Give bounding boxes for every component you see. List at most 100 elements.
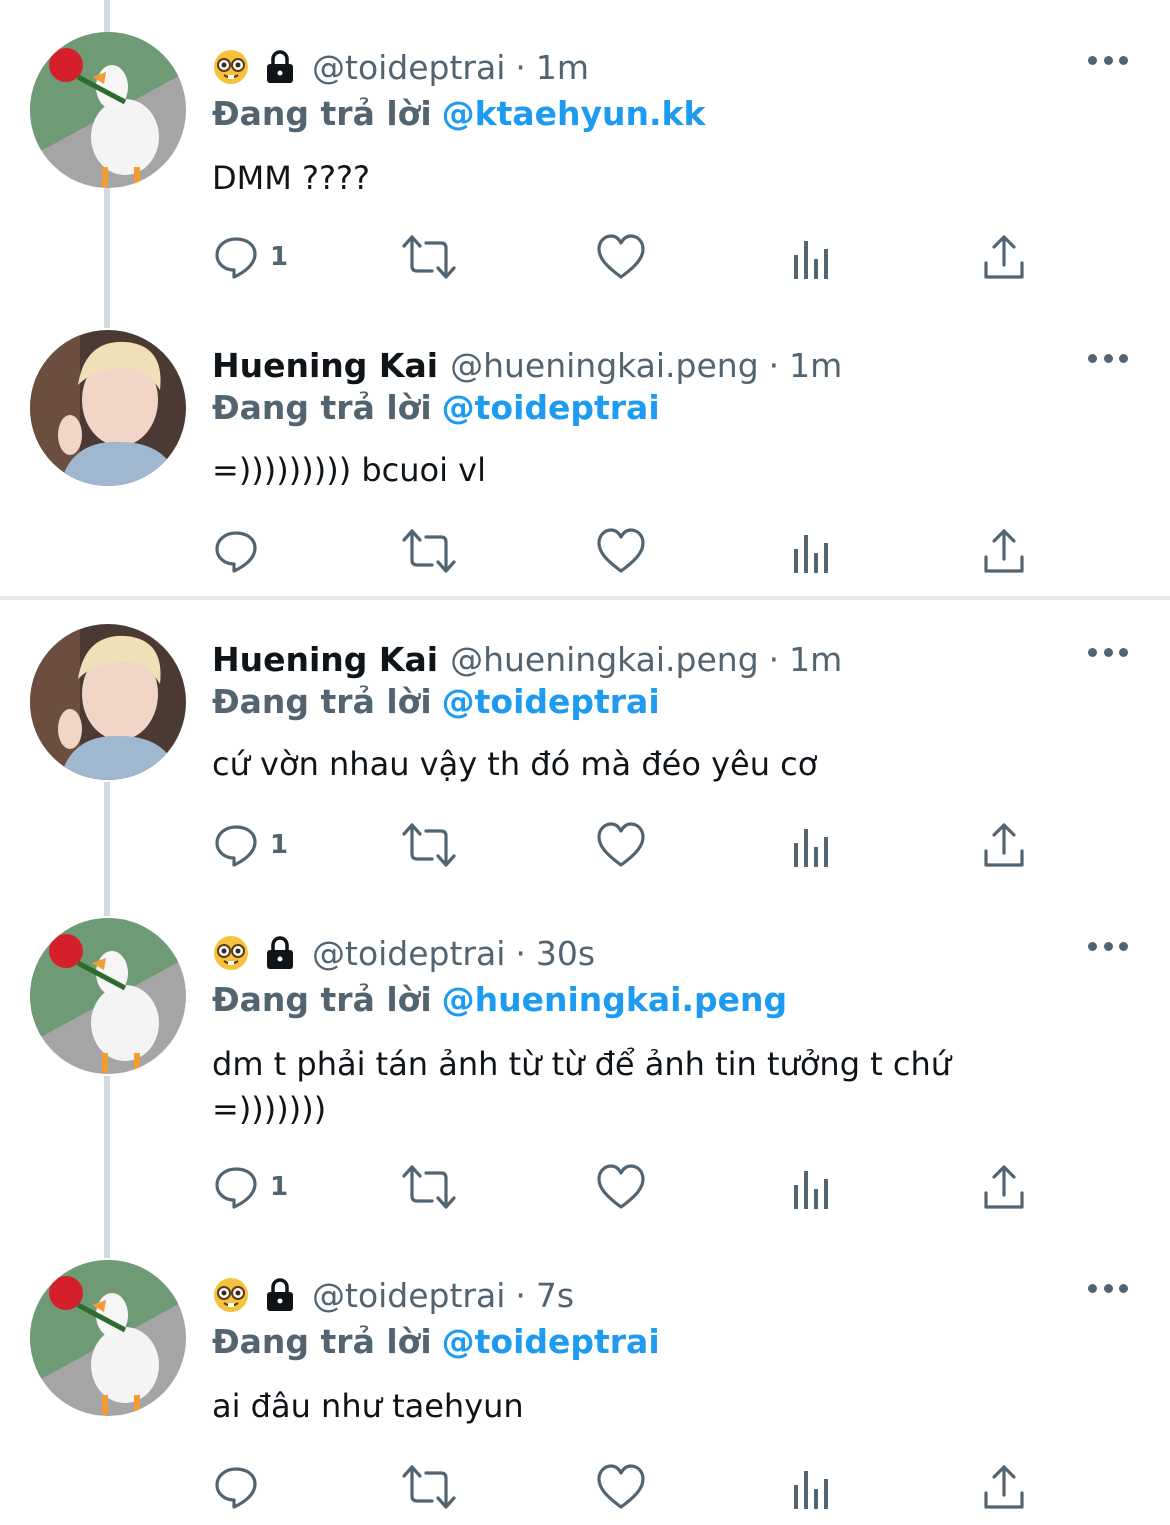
like-button[interactable]: [596, 232, 646, 282]
lock-icon: [264, 1277, 296, 1313]
separator-dot: ·: [768, 639, 780, 679]
share-button[interactable]: [982, 232, 1026, 282]
like-button[interactable]: [596, 820, 646, 870]
thread-line: [104, 0, 110, 32]
timestamp[interactable]: 1m: [789, 346, 842, 385]
replying-to-line: Đang trả lời @ktaehyun.kk: [212, 94, 705, 133]
heart-icon: [597, 528, 645, 573]
user-handle[interactable]: @hueningkai.peng: [450, 640, 759, 679]
replying-to-line: Đang trả lời @toideptrai: [212, 388, 660, 427]
tweet-text: ai đâu như taehyun: [212, 1387, 524, 1425]
replying-to-label: Đang trả lời: [212, 980, 432, 1019]
action-bar: 1: [212, 1162, 1042, 1212]
timestamp[interactable]: 7s: [536, 1276, 574, 1315]
share-icon: [984, 823, 1024, 867]
share-button[interactable]: [982, 526, 1026, 576]
more-options-icon[interactable]: [1088, 646, 1128, 658]
reply-icon: [215, 1167, 257, 1209]
retweet-button[interactable]: [400, 820, 458, 870]
replying-to-label: Đang trả lời: [212, 682, 432, 721]
reply-button[interactable]: 1: [212, 1162, 288, 1212]
lock-icon: [264, 935, 296, 971]
retweet-icon: [402, 1465, 456, 1509]
share-icon: [984, 1465, 1024, 1509]
reply-icon: [215, 237, 257, 279]
reply-button[interactable]: 1: [212, 232, 288, 282]
avatar[interactable]: [30, 330, 186, 486]
analytics-icon: [794, 829, 828, 867]
replying-to-mention[interactable]: @toideptrai: [442, 682, 660, 721]
retweet-icon: [402, 1165, 456, 1209]
share-icon: [984, 529, 1024, 573]
retweet-button[interactable]: [400, 526, 458, 576]
thread-line: [104, 188, 110, 328]
retweet-button[interactable]: [400, 1162, 458, 1212]
heart-icon: [597, 1164, 645, 1209]
heart-icon: [597, 822, 645, 867]
replying-to-mention[interactable]: @toideptrai: [442, 1322, 660, 1361]
like-button[interactable]: [596, 1162, 646, 1212]
replying-to-mention[interactable]: @toideptrai: [442, 388, 660, 427]
replying-to-label: Đang trả lời: [212, 1322, 432, 1361]
views-button[interactable]: [792, 820, 834, 870]
share-button[interactable]: [982, 1162, 1026, 1212]
reply-button[interactable]: [212, 1462, 270, 1512]
action-bar: [212, 526, 1042, 576]
user-handle[interactable]: @toideptrai: [312, 48, 505, 87]
tweet-text: =))))))))) bcuoi vl: [212, 451, 486, 489]
replying-to-line: Đang trả lời @hueningkai.peng: [212, 980, 787, 1019]
more-options-icon[interactable]: [1088, 940, 1128, 952]
timestamp[interactable]: 1m: [789, 640, 842, 679]
timestamp[interactable]: 1m: [536, 48, 589, 87]
reply-button[interactable]: 1: [212, 820, 288, 870]
action-bar: 1: [212, 820, 1042, 870]
reply-count: 1: [270, 242, 289, 272]
tweet-text: DMM ????: [212, 159, 370, 197]
heart-icon: [597, 1464, 645, 1509]
share-button[interactable]: [982, 1462, 1026, 1512]
user-handle[interactable]: @toideptrai: [312, 1276, 505, 1315]
retweet-button[interactable]: [400, 232, 458, 282]
like-button[interactable]: [596, 1462, 646, 1512]
replying-to-mention[interactable]: @ktaehyun.kk: [442, 94, 706, 133]
action-bar: 1: [212, 232, 1042, 282]
like-button[interactable]: [596, 526, 646, 576]
more-options-icon[interactable]: [1088, 352, 1128, 364]
separator-dot: ·: [768, 345, 780, 385]
tweet-text: cứ vờn nhau vậy th đó mà đéo yêu cơ: [212, 745, 818, 783]
share-button[interactable]: [982, 820, 1026, 870]
reply-icon: [215, 1467, 257, 1509]
avatar[interactable]: [30, 624, 186, 780]
timestamp[interactable]: 30s: [536, 934, 595, 973]
user-handle[interactable]: @toideptrai: [312, 934, 505, 973]
nerd-face-emoji-icon: [212, 934, 250, 972]
nerd-face-emoji-icon: [212, 1276, 250, 1314]
retweet-icon: [402, 235, 456, 279]
user-handle[interactable]: @hueningkai.peng: [450, 346, 759, 385]
heart-icon: [597, 234, 645, 279]
views-button[interactable]: [792, 1162, 834, 1212]
reply-count: 1: [270, 830, 289, 860]
replying-to-label: Đang trả lời: [212, 94, 432, 133]
replying-to-line: Đang trả lời @toideptrai: [212, 1322, 660, 1361]
views-button[interactable]: [792, 526, 834, 576]
more-options-icon[interactable]: [1088, 1282, 1128, 1294]
display-name[interactable]: Huening Kai: [212, 640, 438, 679]
views-button[interactable]: [792, 232, 834, 282]
replying-to-mention[interactable]: @hueningkai.peng: [442, 980, 787, 1019]
separator-dot: ·: [515, 47, 526, 87]
retweet-button[interactable]: [400, 1462, 458, 1512]
avatar[interactable]: [30, 1260, 186, 1416]
display-name[interactable]: Huening Kai: [212, 346, 438, 385]
separator-dot: ·: [515, 933, 526, 973]
views-button[interactable]: [792, 1462, 834, 1512]
more-options-icon[interactable]: [1088, 54, 1128, 66]
tweet-text: dm t phải tán ảnh từ từ để ảnh tin tưởng…: [212, 1045, 952, 1128]
reply-count: 1: [270, 1172, 289, 1202]
avatar[interactable]: [30, 32, 186, 188]
share-icon: [984, 1165, 1024, 1209]
reply-button[interactable]: [212, 526, 270, 576]
avatar[interactable]: [30, 918, 186, 1074]
retweet-icon: [402, 529, 456, 573]
reply-icon: [215, 531, 257, 573]
